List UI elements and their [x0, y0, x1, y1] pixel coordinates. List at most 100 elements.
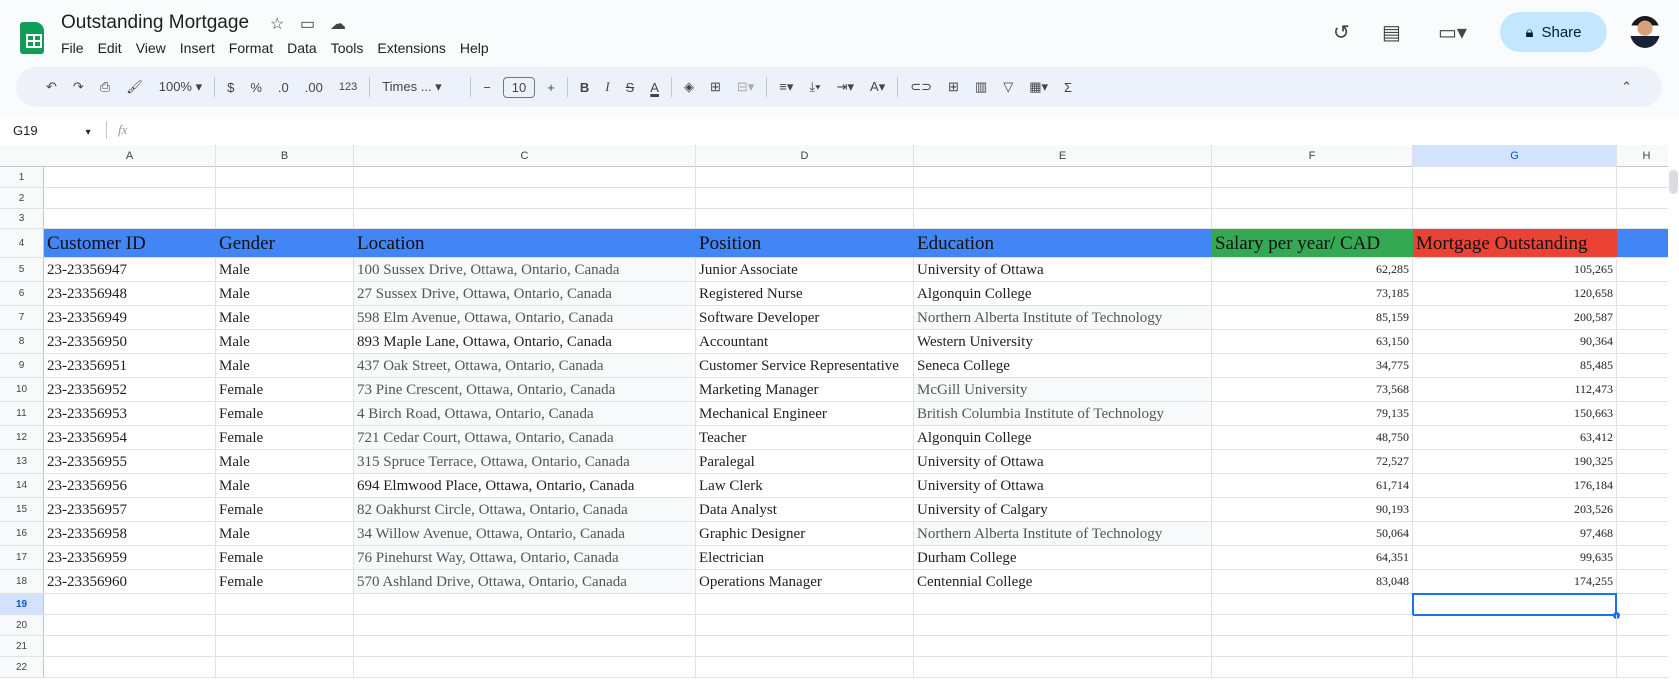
cell-c13[interactable]: 315 Spruce Terrace, Ottawa, Ontario, Can…: [354, 450, 696, 473]
cell-d3[interactable]: [696, 209, 914, 228]
row-header[interactable]: 14: [0, 474, 44, 497]
cloud-status-icon[interactable]: ☁: [330, 14, 346, 34]
cell-e15[interactable]: University of Calgary: [914, 498, 1212, 521]
cell-f11[interactable]: 79,135: [1212, 402, 1413, 425]
cell-a19[interactable]: [44, 594, 216, 614]
cell-e7[interactable]: Northern Alberta Institute of Technology: [914, 306, 1212, 329]
menu-file[interactable]: File: [54, 40, 91, 56]
menu-extensions[interactable]: Extensions: [370, 40, 452, 56]
cell-f17[interactable]: 64,351: [1212, 546, 1413, 569]
cell-e17[interactable]: Durham College: [914, 546, 1212, 569]
cell-c11[interactable]: 4 Birch Road, Ottawa, Ontario, Canada: [354, 402, 696, 425]
cell-b13[interactable]: Male: [216, 450, 354, 473]
row-header[interactable]: 7: [0, 306, 44, 329]
menu-data[interactable]: Data: [280, 40, 324, 56]
cell-a20[interactable]: [44, 615, 216, 635]
cell-c5[interactable]: 100 Sussex Drive, Ottawa, Ontario, Canad…: [354, 258, 696, 281]
cell-f3[interactable]: [1212, 209, 1413, 228]
scrollbar-thumb[interactable]: [1669, 170, 1678, 194]
font-select[interactable]: Times ... ▾: [374, 79, 466, 95]
insert-chart-icon[interactable]: ▥: [967, 79, 995, 95]
cell-f18[interactable]: 83,048: [1212, 570, 1413, 593]
doc-title[interactable]: Outstanding Mortgage: [61, 12, 249, 34]
cell-f10[interactable]: 73,568: [1212, 378, 1413, 401]
star-icon[interactable]: ☆: [270, 14, 284, 34]
cell-d2[interactable]: [696, 188, 914, 208]
vertical-align-icon[interactable]: ⤓▾: [801, 79, 828, 95]
cell-e16[interactable]: Northern Alberta Institute of Technology: [914, 522, 1212, 545]
cell-a18[interactable]: 23-23356960: [44, 570, 216, 593]
cell-f8[interactable]: 63,150: [1212, 330, 1413, 353]
cell-h1[interactable]: [1617, 167, 1668, 187]
more-formats-button[interactable]: 123: [331, 81, 365, 93]
row-header[interactable]: 11: [0, 402, 44, 425]
row-header[interactable]: 4: [0, 229, 44, 257]
cell-b2[interactable]: [216, 188, 354, 208]
cell-b10[interactable]: Female: [216, 378, 354, 401]
cell-b22[interactable]: [216, 657, 354, 677]
cell-d11[interactable]: Mechanical Engineer: [696, 402, 914, 425]
cell-g18[interactable]: 174,255: [1413, 570, 1617, 593]
cell-e20[interactable]: [914, 615, 1212, 635]
text-rotation-icon[interactable]: A▾: [862, 79, 893, 95]
column-header-g[interactable]: G: [1413, 145, 1617, 167]
collapse-toolbar-icon[interactable]: ⌃: [1613, 79, 1640, 95]
zoom-select[interactable]: 100% ▾: [151, 79, 210, 95]
decrease-font-size-icon[interactable]: −: [475, 80, 499, 95]
cell-d6[interactable]: Registered Nurse: [696, 282, 914, 305]
cell-b17[interactable]: Female: [216, 546, 354, 569]
row-header[interactable]: 10: [0, 378, 44, 401]
borders-icon[interactable]: ⊞: [702, 79, 729, 95]
spreadsheet-grid[interactable]: ABCDEFGH 1 2 3 4 Customer ID Gender Location Po…: [0, 145, 1668, 683]
cell-a8[interactable]: 23-23356950: [44, 330, 216, 353]
cell-f21[interactable]: [1212, 636, 1413, 656]
font-size-input[interactable]: 10: [502, 76, 536, 98]
cell-f19[interactable]: [1212, 594, 1413, 614]
cell-h20[interactable]: [1617, 615, 1668, 635]
paint-format-icon[interactable]: 🖌︎: [118, 79, 151, 95]
cell-a16[interactable]: 23-23356958: [44, 522, 216, 545]
cell-h8[interactable]: [1617, 330, 1668, 353]
cell-f15[interactable]: 90,193: [1212, 498, 1413, 521]
cell-c18[interactable]: 570 Ashland Drive, Ottawa, Ontario, Cana…: [354, 570, 696, 593]
row-header[interactable]: 20: [0, 615, 44, 635]
cell-d13[interactable]: Paralegal: [696, 450, 914, 473]
cell-g22[interactable]: [1413, 657, 1617, 677]
cell-b19[interactable]: [216, 594, 354, 614]
filter-views-icon[interactable]: ▦▾: [1021, 79, 1056, 95]
cell-d10[interactable]: Marketing Manager: [696, 378, 914, 401]
cell-h18[interactable]: [1617, 570, 1668, 593]
cell-h7[interactable]: [1617, 306, 1668, 329]
cell-c15[interactable]: 82 Oakhurst Circle, Ottawa, Ontario, Can…: [354, 498, 696, 521]
cell-h22[interactable]: [1617, 657, 1668, 677]
cell-a15[interactable]: 23-23356957: [44, 498, 216, 521]
print-icon[interactable]: ⎙: [92, 79, 118, 95]
cell-h21[interactable]: [1617, 636, 1668, 656]
decrease-decimal-button[interactable]: .0: [270, 80, 297, 95]
cell-c19[interactable]: [354, 594, 696, 614]
cell-e19[interactable]: [914, 594, 1212, 614]
cell-g6[interactable]: 120,658: [1413, 282, 1617, 305]
cell-d7[interactable]: Software Developer: [696, 306, 914, 329]
text-color-icon[interactable]: A: [642, 80, 667, 95]
cell-b16[interactable]: Male: [216, 522, 354, 545]
cell-d8[interactable]: Accountant: [696, 330, 914, 353]
cell-a14[interactable]: 23-23356956: [44, 474, 216, 497]
insert-comment-icon[interactable]: ⊞: [940, 79, 967, 95]
row-header[interactable]: 3: [0, 209, 44, 228]
row-header[interactable]: 8: [0, 330, 44, 353]
selected-cell-g19[interactable]: [1412, 593, 1617, 616]
cell-h9[interactable]: [1617, 354, 1668, 377]
cell-g15[interactable]: 203,526: [1413, 498, 1617, 521]
cell-h10[interactable]: [1617, 378, 1668, 401]
cell-g9[interactable]: 85,485: [1413, 354, 1617, 377]
cell-h13[interactable]: [1617, 450, 1668, 473]
vertical-scrollbar[interactable]: [1668, 145, 1679, 683]
cell-a13[interactable]: 23-23356955: [44, 450, 216, 473]
row-header[interactable]: 21: [0, 636, 44, 656]
header-cell[interactable]: Mortgage Outstanding: [1413, 229, 1617, 257]
move-folder-icon[interactable]: ▭: [300, 14, 315, 34]
cell-c8[interactable]: 893 Maple Lane, Ottawa, Ontario, Canada: [354, 330, 696, 353]
cell-b18[interactable]: Female: [216, 570, 354, 593]
cell-b20[interactable]: [216, 615, 354, 635]
